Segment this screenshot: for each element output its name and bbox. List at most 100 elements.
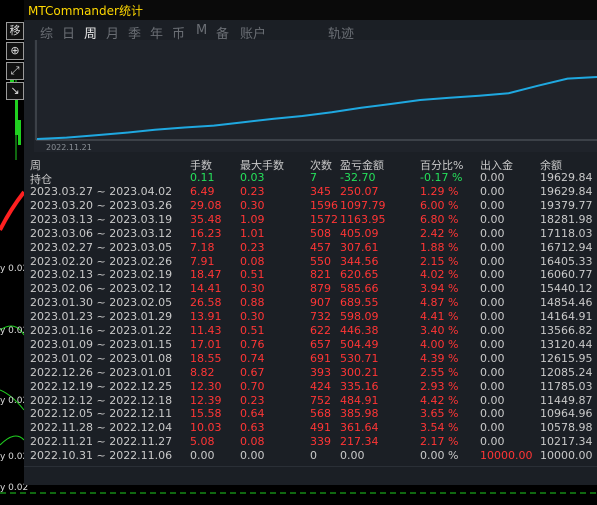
cell-lots: 12.30	[190, 379, 222, 393]
cell-max-lots: 0.63	[240, 421, 265, 435]
table-row: 2023.03.27 ~ 2023.04.02 6.49 0.23 345 250.07…	[0, 185, 597, 198]
line-tool-icon[interactable]: ↘	[6, 82, 24, 100]
cell-pct: 4.39 %	[420, 351, 459, 365]
cell-count: 424	[310, 379, 331, 393]
cell-count: 821	[310, 268, 331, 282]
cell-lots: 8.82	[190, 365, 215, 379]
cell-flow: 0.00	[480, 185, 505, 198]
cell-pl: 689.55	[340, 296, 379, 310]
move-button[interactable]: 移	[6, 22, 24, 40]
cell-lots: 15.58	[190, 407, 222, 421]
cell-pl: 405.09	[340, 226, 379, 240]
period-tabs: 综 日 周 月 季 年 币 M 备 账户 轨迹	[24, 20, 597, 42]
cell-pl: -32.70	[340, 171, 376, 184]
cell-flow: 0.00	[480, 324, 505, 337]
cell-pl: 1097.79	[340, 198, 386, 212]
cell-pct: 3.65 %	[420, 407, 459, 421]
cell-pl: 504.49	[340, 337, 379, 351]
cell-flow: 0.00	[480, 310, 505, 324]
cell-lots: 7.18	[190, 240, 215, 254]
cell-max-lots: 0.67	[240, 365, 265, 379]
cell-count: 879	[310, 282, 331, 296]
cell-pct: 4.00 %	[420, 337, 459, 351]
cell-count: 1572	[310, 212, 338, 226]
cell-count: 508	[310, 226, 331, 240]
cell-count: 691	[310, 351, 331, 365]
cell-max-lots: 0.00	[240, 449, 265, 463]
cell-week: 2023.01.23 ~ 2023.01.29	[30, 310, 173, 324]
table-row: 2022.12.26 ~ 2023.01.01 8.82 0.67 393 300.21…	[0, 366, 597, 379]
cell-flow: 0.00	[480, 296, 505, 310]
cell-flow: 0.00	[480, 351, 505, 365]
cell-flow: 10000.00	[480, 449, 533, 463]
table-header: 周手数 最大手数 次数 盈亏金额 百分比% 出入金 余额	[0, 157, 597, 172]
equity-line	[36, 76, 597, 140]
cell-pl: 300.21	[340, 365, 379, 379]
cell-lots: 29.08	[190, 198, 222, 212]
title-bar: MTCommander统计	[24, 0, 597, 21]
cell-flow: 0.00	[480, 198, 505, 212]
cell-week: 2023.01.30 ~ 2023.02.05	[30, 296, 173, 310]
cell-count: 345	[310, 185, 331, 198]
cell-lots: 35.48	[190, 212, 222, 226]
table-row: 2023.02.13 ~ 2023.02.19 18.47 0.51 821 620.6…	[0, 268, 597, 281]
cell-pl: 307.61	[340, 240, 379, 254]
cell-max-lots: 0.30	[240, 198, 265, 212]
cell-count: 550	[310, 254, 331, 268]
expand-icon[interactable]: ⤢	[6, 62, 24, 80]
cell-pl: 335.16	[340, 379, 379, 393]
cell-balance: 13566.82	[540, 324, 593, 337]
crosshair-button[interactable]: ⊕	[6, 42, 24, 60]
cell-max-lots: 0.23	[240, 240, 265, 254]
cell-week: 2022.11.21 ~ 2022.11.27	[30, 435, 173, 449]
app-title: MTCommander统计	[28, 4, 143, 18]
cell-count: 907	[310, 296, 331, 310]
cell-flow: 0.00	[480, 337, 505, 351]
cell-flow: 0.00	[480, 435, 505, 449]
table-row: 2023.01.30 ~ 2023.02.05 26.58 0.88 907 689.5…	[0, 296, 597, 309]
cell-balance: 10964.96	[540, 407, 593, 421]
cell-pl: 250.07	[340, 185, 379, 198]
cell-pl: 385.98	[340, 407, 379, 421]
cell-flow: 0.00	[480, 282, 505, 296]
cell-balance: 14854.46	[540, 296, 593, 310]
cell-max-lots: 0.08	[240, 254, 265, 268]
table-row: 2023.03.06 ~ 2023.03.12 16.23 1.01 508 405.0…	[0, 227, 597, 240]
cell-count: 393	[310, 365, 331, 379]
cell-flow: 0.00	[480, 254, 505, 268]
cell-week: 2022.12.26 ~ 2023.01.01	[30, 365, 173, 379]
cell-count: 457	[310, 240, 331, 254]
cell-max-lots: 0.23	[240, 185, 265, 198]
cell-balance: 11785.03	[540, 379, 593, 393]
cell-pl: 585.66	[340, 282, 379, 296]
cell-balance: 16060.77	[540, 268, 593, 282]
cell-lots: 10.03	[190, 421, 222, 435]
table-row: 2023.02.27 ~ 2023.03.05 7.18 0.23 457 307.61…	[0, 241, 597, 254]
cell-max-lots: 1.01	[240, 226, 265, 240]
cell-balance: 12615.95	[540, 351, 593, 365]
cell-pct: 3.94 %	[420, 282, 459, 296]
table-row: 2022.12.05 ~ 2022.12.11 15.58 0.64 568 385.9…	[0, 407, 597, 420]
tab-magic[interactable]: M	[196, 23, 207, 38]
cell-week: 2023.02.13 ~ 2023.02.19	[30, 268, 173, 282]
cell-pct: 0.00 %	[420, 449, 459, 463]
cell-pl: 446.38	[340, 324, 379, 337]
cell-lots: 18.55	[190, 351, 222, 365]
cell-week: 2023.01.09 ~ 2023.01.15	[30, 337, 173, 351]
cell-lots: 26.58	[190, 296, 222, 310]
cell-pl: 620.65	[340, 268, 379, 282]
cell-week: 2022.11.28 ~ 2022.12.04	[30, 421, 173, 435]
cell-balance: 16712.94	[540, 240, 593, 254]
cell-week: 2022.12.12 ~ 2022.12.18	[30, 393, 173, 407]
cell-count: 7	[310, 171, 317, 184]
table-row: 2022.12.19 ~ 2022.12.25 12.30 0.70 424 335.1…	[0, 380, 597, 393]
cell-max-lots: 1.09	[240, 212, 265, 226]
cell-pct: 4.41 %	[420, 310, 459, 324]
cell-pl: 484.91	[340, 393, 379, 407]
cell-week: 2023.01.02 ~ 2023.01.08	[30, 351, 173, 365]
cell-max-lots: 0.51	[240, 268, 265, 282]
cell-count: 1596	[310, 198, 338, 212]
cell-flow: 0.00	[480, 365, 505, 379]
total-bar	[24, 466, 597, 485]
cell-lots: 11.43	[190, 324, 222, 337]
